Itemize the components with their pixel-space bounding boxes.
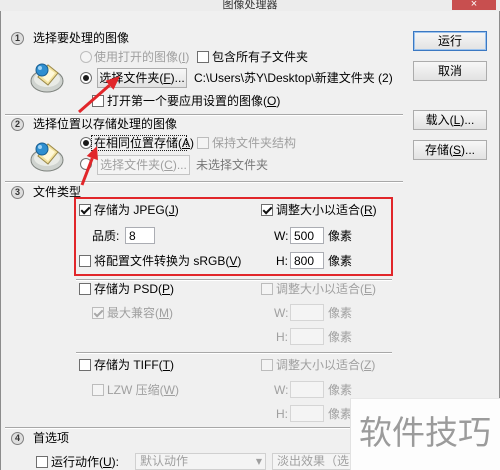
section-3-number: 3 — [11, 186, 24, 199]
section-divider — [5, 114, 403, 116]
include-subfolders-label[interactable]: 包含所有子文件夹 — [212, 50, 308, 64]
file-type-divider — [76, 352, 392, 354]
file-type-divider — [76, 279, 392, 281]
save-psd-checkbox[interactable] — [79, 283, 91, 295]
section-1-number: 1 — [11, 32, 24, 45]
chevron-down-icon: ▼ — [255, 457, 262, 466]
select-destination-radio[interactable] — [80, 158, 92, 170]
close-button[interactable]: × — [452, 0, 496, 10]
tiff-width-unit: 像素 — [328, 383, 353, 397]
section-4-number: 4 — [11, 432, 24, 445]
title-bar[interactable]: 图像处理器 × — [0, 0, 500, 11]
save-psd-label[interactable]: 存储为 PSD(P) — [94, 282, 174, 296]
psd-height-label: H: — [276, 330, 288, 344]
section-2-title: 选择位置以存储处理的图像 — [33, 117, 178, 131]
lzw-compression-label[interactable]: LZW 压缩(W) — [107, 383, 179, 397]
action-value: 淡出效果（选区 — [277, 454, 362, 468]
tiff-height-input[interactable] — [290, 405, 324, 422]
image-source-icon — [29, 56, 65, 94]
open-first-image-label[interactable]: 打开第一个要应用设置的图像(O) — [107, 94, 280, 108]
close-icon: × — [470, 0, 478, 10]
tiff-height-label: H: — [276, 407, 288, 421]
tiff-height-unit: 像素 — [328, 407, 353, 421]
run-button[interactable]: 运行 — [413, 31, 487, 51]
watermark-text: 软件技巧 — [359, 414, 491, 451]
cancel-button[interactable]: 取消 — [413, 61, 487, 81]
select-folder-radio[interactable] — [80, 72, 92, 84]
watermark: 软件技巧 — [350, 398, 500, 470]
open-first-image-checkbox[interactable] — [92, 95, 104, 107]
max-compatibility-label[interactable]: 最大兼容(M) — [107, 306, 173, 320]
keep-folder-structure-checkbox[interactable] — [197, 137, 209, 149]
jpeg-settings-highlight — [74, 197, 393, 276]
select-source-folder-button[interactable]: 选择文件夹(F)... — [97, 68, 187, 88]
section-divider — [5, 181, 403, 183]
save-settings-button[interactable]: 存储(S)... — [413, 140, 487, 160]
psd-resize-checkbox[interactable] — [261, 283, 273, 295]
action-set-value: 默认动作 — [140, 454, 189, 468]
lzw-compression-checkbox[interactable] — [92, 384, 104, 396]
same-location-label[interactable]: 在相同位置存储(A) — [94, 136, 194, 150]
tiff-width-input[interactable] — [290, 381, 324, 398]
tiff-resize-checkbox[interactable] — [261, 359, 273, 371]
use-open-images-label[interactable]: 使用打开的图像(I) — [94, 50, 189, 64]
include-subfolders-checkbox[interactable] — [197, 51, 209, 63]
psd-width-label: W: — [274, 306, 289, 320]
image-processor-dialog: 图像处理器 × 运行 取消 载入(L)... 存储(S)... 1 选择要处理的… — [0, 0, 500, 470]
section-divider — [5, 427, 403, 429]
destination-folder-status: 未选择文件夹 — [196, 158, 269, 172]
action-set-dropdown[interactable]: 默认动作 ▼ — [135, 453, 266, 470]
tiff-resize-label[interactable]: 调整大小以适合(Z) — [276, 358, 375, 372]
source-folder-path: C:\Users\苏Y\Desktop\新建文件夹 (2) — [194, 71, 393, 85]
section-4-title: 首选项 — [33, 431, 70, 445]
psd-height-input[interactable] — [290, 328, 324, 345]
save-location-icon — [29, 135, 65, 173]
psd-width-input[interactable] — [290, 304, 324, 321]
psd-width-unit: 像素 — [328, 306, 353, 320]
save-tiff-label[interactable]: 存储为 TIFF(T) — [94, 358, 174, 372]
run-action-label[interactable]: 运行动作(U): — [51, 455, 119, 469]
select-destination-folder-button[interactable]: 选择文件夹(C)... — [97, 155, 190, 175]
run-action-checkbox[interactable] — [36, 456, 48, 468]
tiff-width-label: W: — [274, 383, 289, 397]
window-title: 图像处理器 — [222, 0, 278, 11]
save-tiff-checkbox[interactable] — [79, 359, 91, 371]
max-compatibility-checkbox[interactable] — [92, 307, 104, 319]
keep-folder-structure-label[interactable]: 保持文件夹结构 — [212, 136, 296, 150]
psd-height-unit: 像素 — [328, 330, 353, 344]
section-2-number: 2 — [11, 118, 24, 131]
load-button[interactable]: 载入(L)... — [413, 110, 487, 130]
psd-resize-label[interactable]: 调整大小以适合(E) — [276, 282, 376, 296]
use-open-images-radio[interactable] — [80, 51, 92, 63]
section-1-title: 选择要处理的图像 — [33, 31, 130, 45]
